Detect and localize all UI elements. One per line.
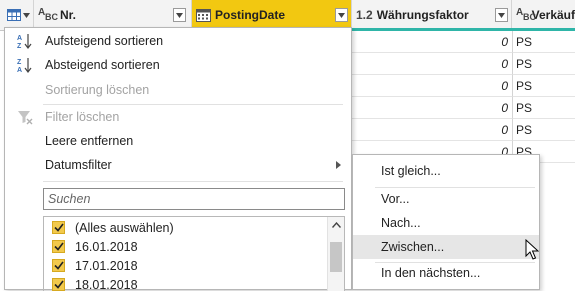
menu-item-label: Datumsfilter: [45, 158, 112, 172]
text-type-icon: ABC: [38, 7, 56, 23]
value-list: (Alles auswählen) 16.01.2018 17.01.2018 …: [43, 216, 345, 291]
checkmark-icon: [54, 223, 64, 232]
menu-item-label: Aufsteigend sortieren: [45, 34, 163, 48]
cell-factor[interactable]: 0: [352, 119, 512, 141]
menu-item-clear-sort[interactable]: Sortierung löschen: [5, 79, 351, 101]
sort-ascending-icon: A Z: [17, 33, 33, 49]
checkbox[interactable]: [52, 221, 65, 234]
date-filter-submenu: Ist gleich... Vor... Nach... Zwischen...…: [352, 154, 540, 290]
menu-item-label: Absteigend sortieren: [45, 58, 160, 72]
table-icon: [7, 9, 21, 21]
svg-text:A: A: [17, 35, 22, 42]
svg-text:Z: Z: [17, 59, 22, 66]
cell-seller[interactable]: PS: [512, 75, 575, 97]
list-item-label: 17.01.2018: [75, 259, 138, 273]
checkmark-icon: [54, 242, 64, 251]
submenu-item-label: Ist gleich...: [381, 164, 441, 178]
submenu-item-label: Zwischen...: [381, 240, 444, 254]
column-header-nr[interactable]: ABC Nr.: [34, 0, 192, 30]
column-filter-button[interactable]: [495, 8, 508, 22]
cell-factor[interactable]: 0: [352, 97, 512, 119]
checkmark-icon: [54, 261, 64, 270]
table-menu-button[interactable]: [0, 0, 34, 30]
checkbox[interactable]: [52, 240, 65, 253]
scrollbar[interactable]: [327, 217, 344, 291]
svg-text:A: A: [17, 67, 22, 73]
chevron-down-icon: [338, 13, 345, 18]
column-header-label: Währungsfaktor: [377, 8, 469, 22]
column-filter-button[interactable]: [173, 8, 186, 22]
menu-item-remove-empty[interactable]: Leere entfernen: [5, 130, 351, 152]
submenu-item-in-next[interactable]: In den nächsten...: [353, 261, 539, 285]
checkbox[interactable]: [52, 278, 65, 291]
column-header-label: Verkäuf: [532, 8, 575, 22]
submenu-item-label: Nach...: [381, 216, 421, 230]
menu-item-date-filters[interactable]: Datumsfilter: [5, 154, 351, 176]
list-item-label: 18.01.2018: [75, 278, 138, 291]
scroll-up-icon[interactable]: [332, 222, 341, 228]
column-header-postingdate[interactable]: PostingDate: [192, 0, 352, 30]
menu-separator: [43, 181, 343, 182]
menu-item-sort-ascending[interactable]: A Z Aufsteigend sortieren: [5, 30, 351, 52]
cell-factor[interactable]: 0: [352, 53, 512, 75]
cell-factor[interactable]: 0: [352, 75, 512, 97]
clear-filter-icon: [17, 109, 33, 125]
decimal-type-icon: 1.2: [356, 8, 373, 22]
cell-seller[interactable]: PS: [512, 31, 575, 53]
cell-seller[interactable]: PS: [512, 119, 575, 141]
column-header-label: Nr.: [60, 8, 76, 22]
column-header-verkaeufer[interactable]: ABC Verkäuf: [512, 0, 575, 30]
column-filter-button[interactable]: [335, 8, 348, 22]
sort-descending-icon: Z A: [17, 57, 33, 73]
column-filter-menu: A Z Aufsteigend sortieren Z A Absteigend…: [4, 27, 352, 290]
list-item[interactable]: 16.01.2018: [44, 237, 324, 256]
list-item-label: (Alles auswählen): [75, 221, 174, 235]
cell-factor[interactable]: 0: [352, 31, 512, 53]
list-item[interactable]: 17.01.2018: [44, 256, 324, 275]
menu-item-clear-filter[interactable]: Filter löschen: [5, 106, 351, 128]
list-item-select-all[interactable]: (Alles auswählen): [44, 218, 324, 237]
chevron-down-icon: [498, 13, 505, 18]
menu-item-label: Leere entfernen: [45, 134, 133, 148]
search-input[interactable]: Suchen: [43, 188, 345, 210]
list-item-label: 16.01.2018: [75, 240, 138, 254]
submenu-item-label: In den nächsten...: [381, 266, 480, 280]
menu-item-label: Filter löschen: [45, 110, 119, 124]
chevron-down-icon: [176, 13, 183, 18]
menu-item-sort-descending[interactable]: Z A Absteigend sortieren: [5, 54, 351, 76]
submenu-item-before[interactable]: Vor...: [353, 187, 539, 211]
menu-item-label: Sortierung löschen: [45, 83, 149, 97]
calendar-type-icon: [196, 8, 211, 22]
submenu-item-label: Vor...: [381, 192, 410, 206]
checkbox[interactable]: [52, 259, 65, 272]
cell-seller[interactable]: PS: [512, 97, 575, 119]
cell-seller[interactable]: PS: [512, 53, 575, 75]
scrollbar-thumb[interactable]: [330, 242, 342, 272]
list-item[interactable]: 18.01.2018: [44, 275, 324, 291]
column-header-waehrungsfaktor[interactable]: 1.2 Währungsfaktor: [352, 0, 512, 30]
checkmark-icon: [54, 280, 64, 289]
text-type-icon: ABC: [516, 7, 528, 23]
chevron-down-icon: [23, 13, 30, 18]
mouse-cursor-icon: [525, 239, 539, 261]
submenu-item-equals[interactable]: Ist gleich...: [353, 159, 539, 183]
chevron-right-icon: [336, 161, 341, 169]
submenu-item-after[interactable]: Nach...: [353, 211, 539, 235]
submenu-item-between[interactable]: Zwischen...: [353, 235, 539, 259]
search-placeholder: Suchen: [48, 192, 90, 206]
svg-text:Z: Z: [17, 43, 22, 49]
menu-separator: [43, 104, 343, 105]
column-header-label: PostingDate: [215, 8, 285, 22]
